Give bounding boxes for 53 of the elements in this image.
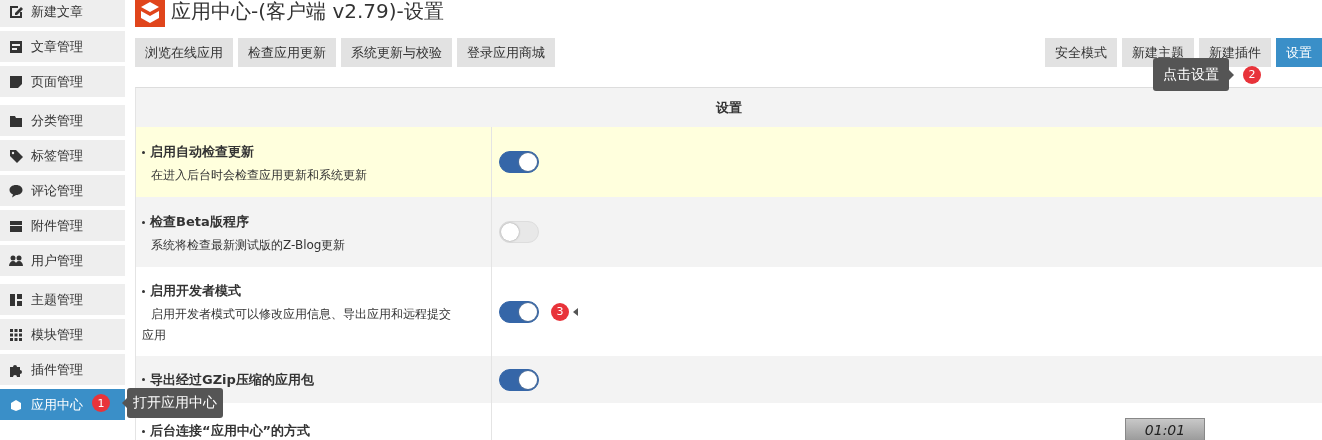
folder-icon: [9, 113, 23, 128]
toolbar-button[interactable]: 检查应用更新: [238, 38, 336, 67]
toolbar-button[interactable]: 登录应用商城: [457, 38, 555, 67]
sidebar-item[interactable]: 主题管理: [0, 284, 125, 315]
sidebar-item[interactable]: 标签管理: [0, 140, 125, 171]
toolbar-button[interactable]: 设置: [1276, 38, 1322, 67]
page-icon: [9, 74, 23, 89]
tag-icon: [9, 148, 23, 163]
setting-title: 后台连接“应用中心”的方式: [150, 422, 311, 440]
timer-display: 01:01: [1125, 418, 1205, 440]
bullet-icon: [142, 220, 145, 224]
setting-title: 启用自动检查更新: [150, 143, 254, 161]
toggle-switch[interactable]: [499, 151, 539, 173]
setting-title: 导出经过GZip压缩的应用包: [150, 370, 314, 389]
sidebar-item[interactable]: 新建文章: [0, 0, 125, 27]
setting-description: 启用开发者模式可以修改应用信息、导出应用和远程提交应用: [142, 306, 452, 344]
toolbar-button[interactable]: 安全模式: [1045, 38, 1117, 67]
tooltip: 打开应用中心: [127, 388, 223, 418]
sidebar-item[interactable]: 分类管理: [0, 105, 125, 136]
bullet-icon: [142, 378, 145, 381]
comment-icon: [9, 183, 23, 198]
sidebar-item[interactable]: 文章管理: [0, 31, 125, 62]
users-icon: [9, 253, 23, 268]
pencil-icon: [9, 4, 23, 19]
logo-icon: [135, 0, 165, 27]
toolbar-button[interactable]: 浏览在线应用: [135, 38, 233, 67]
layout-icon: [9, 292, 23, 307]
step-badge: 3: [551, 302, 569, 321]
table-heading: 设置: [716, 98, 742, 117]
document-icon: [9, 39, 23, 54]
setting-title: 检查Beta版程序: [150, 213, 249, 231]
toolbar-button[interactable]: 系统更新与校验: [341, 38, 452, 67]
puzzle-icon: [9, 362, 23, 377]
sidebar-item[interactable]: 页面管理: [0, 66, 125, 97]
box-icon: [9, 397, 23, 412]
sidebar-item[interactable]: 用户管理: [0, 245, 125, 276]
setting-title: 启用开发者模式: [150, 282, 241, 300]
bullet-icon: [142, 429, 145, 433]
sidebar-item[interactable]: 附件管理: [0, 210, 125, 241]
archive-icon: [9, 218, 23, 233]
setting-description: 系统将检查最新测试版的Z-Blog更新: [150, 237, 347, 254]
pointer-icon: [1229, 69, 1234, 80]
tooltip: 点击设置: [1153, 58, 1229, 91]
toggle-switch[interactable]: [499, 300, 539, 323]
sidebar-item[interactable]: 评论管理: [0, 175, 125, 206]
setting-description: 在进入后台时会检查应用更新和系统更新: [150, 167, 368, 184]
toggle-switch[interactable]: [499, 368, 539, 391]
bullet-icon: [142, 289, 145, 293]
bullet-icon: [142, 150, 145, 154]
page-title: 应用中心-(客户端 v2.79)-设置: [171, 0, 444, 25]
grid-icon: [9, 327, 23, 342]
sidebar-item[interactable]: 插件管理: [0, 354, 125, 385]
sidebar-item[interactable]: 模块管理: [0, 319, 125, 350]
